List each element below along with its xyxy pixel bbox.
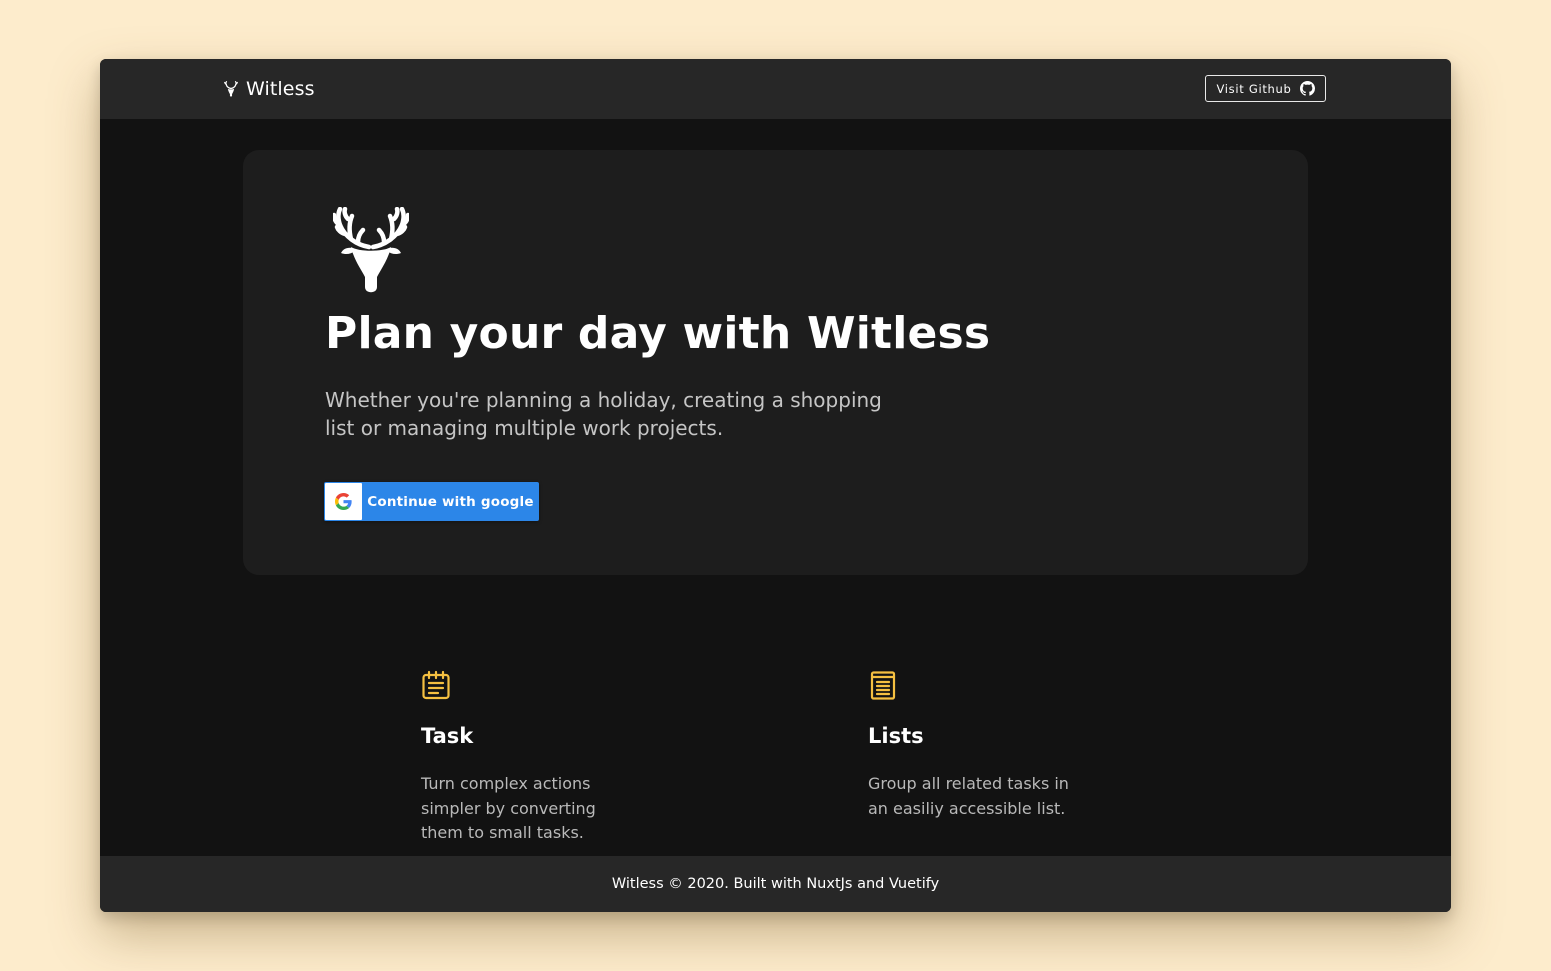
visit-github-label: Visit Github (1216, 81, 1292, 96)
hero-title: Plan your day with Witless (325, 308, 991, 359)
deer-antler-logo-icon (331, 206, 411, 293)
list-icon (868, 670, 898, 700)
continue-with-google-button[interactable]: Continue with google (324, 482, 539, 521)
deer-logo-icon (224, 81, 238, 97)
app-window: Witless Visit Github Plan your day with … (100, 59, 1451, 912)
feature-task-description: Turn complex actions simpler by converti… (421, 774, 596, 842)
brand-title: Witless (246, 78, 315, 100)
footer-text: Witless © 2020. Built with NuxtJs and Vu… (611, 876, 940, 892)
continue-with-google-label: Continue with google (367, 493, 534, 510)
github-icon (1299, 81, 1315, 96)
hero-subtitle: Whether you're planning a holiday, creat… (325, 388, 882, 440)
feature-task-title: Task (421, 724, 474, 748)
hero-card: Plan your day with Witless Whether you'r… (243, 150, 1308, 575)
notepad-icon (421, 670, 451, 700)
footer: Witless © 2020. Built with NuxtJs and Vu… (100, 856, 1451, 912)
feature-lists-title: Lists (868, 724, 924, 748)
visit-github-button[interactable]: Visit Github (1205, 75, 1326, 102)
feature-lists-description: Group all related tasks in an easiliy ac… (868, 774, 1069, 818)
app-bar: Witless Visit Github (100, 59, 1451, 119)
brand[interactable]: Witless (224, 77, 315, 101)
google-icon (325, 483, 362, 520)
